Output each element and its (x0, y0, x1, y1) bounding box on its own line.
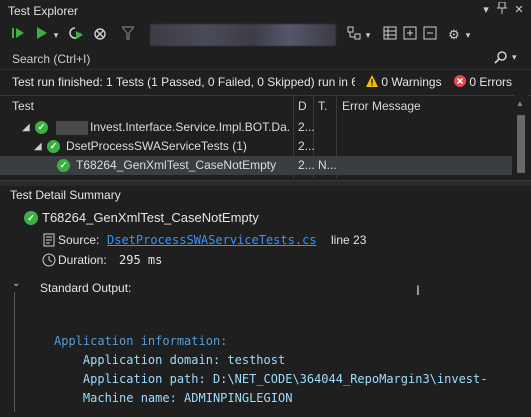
group-by-dropdown-icon[interactable]: ▾ (364, 26, 372, 44)
search-input[interactable]: Search (Ctrl+I) (12, 52, 90, 66)
title-bar: Test Explorer ▾ ✕ (0, 0, 531, 22)
columns-icon[interactable] (382, 26, 398, 44)
passed-check-icon: ✓ (57, 159, 70, 172)
test-duration: 2... (298, 120, 315, 134)
scrollbar-thumb[interactable] (517, 115, 525, 173)
test-traits: N... (318, 158, 337, 172)
passed-check-icon: ✓ (24, 211, 38, 225)
detail-test-name: T68264_GenXmlTest_CaseNotEmpty (42, 210, 259, 225)
collapse-all-icon[interactable] (422, 26, 438, 44)
redacted-playlist-area (150, 24, 336, 46)
warning-icon (366, 75, 378, 87)
error-icon (454, 75, 466, 87)
run-icon[interactable] (34, 26, 50, 44)
clock-icon (42, 253, 56, 267)
status-bar: Test run finished: 1 Tests (1 Passed, 0 … (0, 70, 531, 94)
rerun-icon[interactable] (68, 26, 84, 44)
warnings-count: 0 Warnings (381, 75, 442, 89)
run-dropdown-icon[interactable]: ▾ (52, 26, 60, 44)
output-heading: Application information: (54, 334, 228, 348)
column-header-error-message[interactable]: Error Message (342, 96, 421, 116)
outline-guide (14, 292, 15, 412)
test-name: Invest.Interface.Service.Impl.BOT.Da... (90, 120, 290, 134)
test-duration: 2... (298, 158, 315, 172)
table-row[interactable]: ◢ ✓ DsetProcessSWAServiceTests (1) 2... (0, 137, 512, 156)
column-header-duration[interactable]: D (298, 96, 307, 116)
detail-title: Test Detail Summary (10, 188, 121, 202)
warnings-summary[interactable]: 0 Warnings (366, 75, 442, 89)
source-file-icon (42, 233, 56, 247)
search-options-icon[interactable]: ▾ (512, 52, 517, 63)
output-line: Machine name: ADMINPINGLEGION (54, 391, 293, 405)
filter-icon[interactable] (120, 26, 136, 44)
expand-chevron-icon[interactable]: ◢ (22, 118, 30, 137)
search-bar[interactable]: Search (Ctrl+I) ▾ (0, 48, 531, 70)
column-header-traits[interactable]: T. (318, 96, 327, 116)
run-all-icon[interactable] (10, 26, 26, 44)
pin-icon[interactable] (494, 1, 510, 18)
expand-chevron-icon[interactable]: ◢ (34, 137, 42, 156)
collapse-chevron-icon[interactable]: ⌄ (12, 278, 20, 289)
window-title: Test Explorer (8, 4, 79, 18)
text-cursor-icon: I (416, 282, 420, 298)
passed-check-icon: ✓ (35, 121, 48, 134)
scroll-up-icon[interactable]: ▲ (516, 99, 524, 108)
errors-summary[interactable]: 0 Errors (454, 75, 512, 89)
test-list: Test D T. Error Message ◢ ✓ Invest.Inter… (0, 95, 531, 178)
search-icon[interactable] (494, 51, 508, 68)
cancel-icon[interactable] (90, 26, 106, 44)
standard-output-label: Standard Output: (40, 281, 132, 295)
source-line: line 23 (331, 233, 367, 247)
test-name: T68264_GenXmlTest_CaseNotEmpty (76, 158, 277, 172)
close-icon[interactable]: ✕ (511, 2, 527, 18)
errors-count: 0 Errors (469, 75, 513, 89)
source-file-link[interactable]: DsetProcessSWAServiceTests.cs (107, 233, 317, 247)
status-message: Test run finished: 1 Tests (1 Passed, 0 … (12, 75, 355, 89)
test-detail-summary: Test Detail Summary ✓ T68264_GenXmlTest_… (0, 186, 531, 417)
settings-gear-icon[interactable]: ⚙ (446, 26, 462, 44)
redacted-text (56, 121, 88, 135)
dropdown-icon[interactable]: ▾ (478, 2, 494, 18)
output-line: Application path: D:\NET_CODE\364044_Rep… (54, 372, 488, 386)
test-name: DsetProcessSWAServiceTests (1) (66, 139, 247, 153)
duration-value: 295 ms (119, 253, 163, 267)
test-duration: 2... (298, 139, 315, 153)
settings-dropdown-icon[interactable]: ▾ (464, 26, 472, 44)
group-by-icon[interactable] (346, 26, 362, 44)
table-row[interactable]: ◢ ✓ Invest.Interface.Service.Impl.BOT.Da… (0, 118, 512, 137)
source-label: Source: (58, 233, 100, 247)
column-header-test[interactable]: Test (12, 96, 34, 116)
output-line: Application domain: testhost (54, 353, 286, 367)
expand-all-icon[interactable] (402, 26, 418, 44)
toolbar: ▾ ▾ ⚙ ▾ (0, 22, 531, 48)
passed-check-icon: ✓ (47, 140, 60, 153)
vertical-scrollbar[interactable]: ▲ (514, 95, 528, 177)
table-row-selected[interactable]: ✓ T68264_GenXmlTest_CaseNotEmpty 2... N.… (0, 156, 512, 175)
duration-label: Duration: (58, 253, 107, 267)
